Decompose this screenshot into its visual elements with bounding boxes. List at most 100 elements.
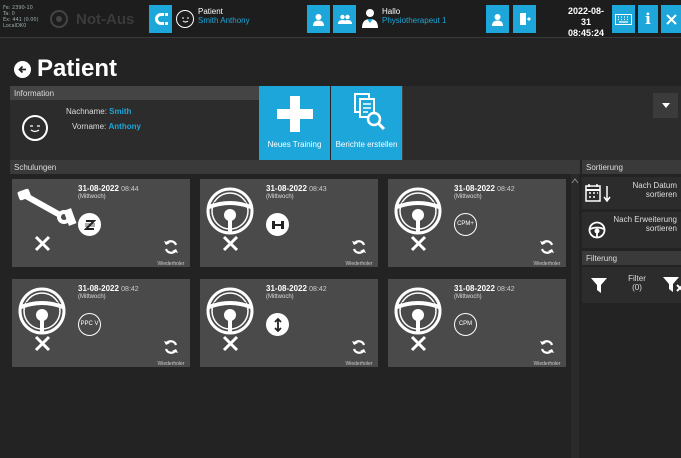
training-card[interactable]: 31-08-2022 08:42 (Mittwoch) CPM+ Wiederhole… xyxy=(388,179,566,267)
steering-wheel-icon xyxy=(588,221,606,239)
group-button[interactable] xyxy=(333,5,356,33)
firstname-label: Vorname: xyxy=(72,122,107,131)
mode-text: PPC V xyxy=(80,321,99,327)
training-card[interactable]: 31-08-2022 08:43 (Mittwoch) Wiederholer xyxy=(200,179,378,267)
clear-filter-button[interactable] xyxy=(660,267,681,303)
repeat-label: Wiederholer xyxy=(345,361,373,367)
training-weekday: (Mittwoch) xyxy=(78,194,106,200)
info-icon: i xyxy=(645,10,651,28)
training-date-value: 31-08-2022 xyxy=(454,184,495,193)
repeat-training-button[interactable]: Wiederholer xyxy=(532,339,562,367)
h-mode-icon xyxy=(266,213,289,236)
plus-icon xyxy=(276,96,313,132)
close-icon xyxy=(34,235,51,252)
sort-by-date-label: Nach Datum sortieren xyxy=(632,181,677,199)
calendar-sort-icon xyxy=(585,184,611,203)
training-time: 08:42 xyxy=(309,286,327,293)
repeat-icon xyxy=(540,240,554,254)
delete-training-button[interactable] xyxy=(222,235,239,257)
information-empty-area xyxy=(402,86,681,160)
training-card[interactable]: 31-08-2022 08:42 (Mittwoch) CPM Wiederholer xyxy=(388,279,566,367)
training-date: 31-08-2022 08:43 xyxy=(266,184,327,193)
training-time: 08:44 xyxy=(121,186,139,193)
user-info: Hallo Physiotherapeut 1 xyxy=(382,7,447,25)
page-title: Patient xyxy=(37,55,118,82)
dropdown-button[interactable] xyxy=(653,93,678,118)
keyboard-icon xyxy=(615,13,632,25)
new-training-label: Neues Training xyxy=(267,140,322,149)
steering-wheel-icon xyxy=(392,185,444,242)
lastname-value: Smith xyxy=(109,107,132,116)
top-bar: Fe: 2390-10 Ta: 0 Ex: 441 (0.00) LocalDK… xyxy=(0,0,681,38)
training-weekday: (Mittwoch) xyxy=(454,294,482,300)
repeat-training-button[interactable]: Wiederholer xyxy=(156,339,186,367)
training-time: 08:42 xyxy=(121,286,139,293)
repeat-training-button[interactable]: Wiederholer xyxy=(532,239,562,267)
delete-training-button[interactable] xyxy=(410,235,427,257)
patient-info[interactable]: Patient Smith Anthony xyxy=(198,7,250,25)
delete-training-button[interactable] xyxy=(222,335,239,357)
training-card[interactable]: 31-08-2022 08:44 (Mittwoch) Wiederholer xyxy=(12,179,190,267)
cards-scrollbar[interactable] xyxy=(571,174,579,458)
repeat-training-button[interactable]: Wiederholer xyxy=(156,239,186,267)
repeat-label: Wiederholer xyxy=(157,361,185,367)
current-time: 08:45:24 xyxy=(567,28,605,38)
magnet-button[interactable] xyxy=(149,5,172,33)
repeat-label: Wiederholer xyxy=(345,261,373,267)
users-icon xyxy=(337,14,352,24)
keyboard-button[interactable] xyxy=(612,5,635,33)
close-icon xyxy=(410,335,427,352)
report-search-icon xyxy=(353,93,385,131)
sort-by-date-button[interactable]: Nach Datum sortieren xyxy=(582,177,681,209)
info-button[interactable]: i xyxy=(638,5,658,33)
user-icon xyxy=(492,13,503,26)
training-time: 08:42 xyxy=(497,186,515,193)
close-icon xyxy=(410,235,427,252)
training-card[interactable]: 31-08-2022 08:42 (Mittwoch) PPC V Wiederhol… xyxy=(12,279,190,367)
steering-wheel-icon xyxy=(392,285,444,342)
sorting-header: Sortierung xyxy=(582,160,681,174)
z-mode-icon xyxy=(78,213,101,236)
sort-by-extension-label: Nach Erweiterung sortieren xyxy=(613,215,677,233)
filter-button[interactable]: Filter (0) xyxy=(582,267,681,303)
repeat-icon xyxy=(540,340,554,354)
repeat-icon xyxy=(164,340,178,354)
logout-icon xyxy=(519,13,531,25)
filtering-header: Filterung xyxy=(582,251,681,265)
training-date: 31-08-2022 08:42 xyxy=(454,284,515,293)
lastname-label: Nachname: xyxy=(66,107,107,116)
user-icon xyxy=(313,13,324,26)
filter-label: Filter xyxy=(628,274,646,283)
training-time: 08:42 xyxy=(497,286,515,293)
repeat-label: Wiederholer xyxy=(533,361,561,367)
sort-by-extension-button[interactable]: Nach Erweiterung sortieren xyxy=(582,212,681,248)
training-weekday: (Mittwoch) xyxy=(266,294,294,300)
crank-lever-icon xyxy=(16,185,78,232)
patient-face-icon xyxy=(176,10,194,28)
logout-button[interactable] xyxy=(513,5,536,33)
repeat-training-button[interactable]: Wiederholer xyxy=(344,239,374,267)
single-user-button[interactable] xyxy=(307,5,330,33)
repeat-training-button[interactable]: Wiederholer xyxy=(344,339,374,367)
system-info: Fe: 2390-10 Ta: 0 Ex: 441 (0.00) LocalDK… xyxy=(3,5,45,29)
repeat-icon xyxy=(352,340,366,354)
delete-training-button[interactable] xyxy=(410,335,427,357)
training-date-value: 31-08-2022 xyxy=(454,284,495,293)
arrow-left-icon xyxy=(18,65,26,73)
create-reports-button[interactable]: Berichte erstellen xyxy=(331,86,402,160)
delete-training-button[interactable] xyxy=(34,235,51,257)
repeat-label: Wiederholer xyxy=(157,261,185,267)
user-greeting: Hallo xyxy=(382,7,401,16)
training-weekday: (Mittwoch) xyxy=(454,194,482,200)
user-profile-button[interactable] xyxy=(486,5,509,33)
patient-name: Smith Anthony xyxy=(198,16,250,25)
delete-training-button[interactable] xyxy=(34,335,51,357)
back-button[interactable] xyxy=(14,60,31,78)
emergency-stop-label: Not-Aus xyxy=(76,10,135,28)
repeat-icon xyxy=(164,240,178,254)
training-card[interactable]: 31-08-2022 08:42 (Mittwoch) Wiederholer xyxy=(200,279,378,367)
steering-wheel-icon xyxy=(16,285,68,342)
patient-avatar-icon xyxy=(22,115,48,141)
new-training-button[interactable]: Neues Training xyxy=(259,86,330,160)
close-button[interactable] xyxy=(661,5,681,33)
